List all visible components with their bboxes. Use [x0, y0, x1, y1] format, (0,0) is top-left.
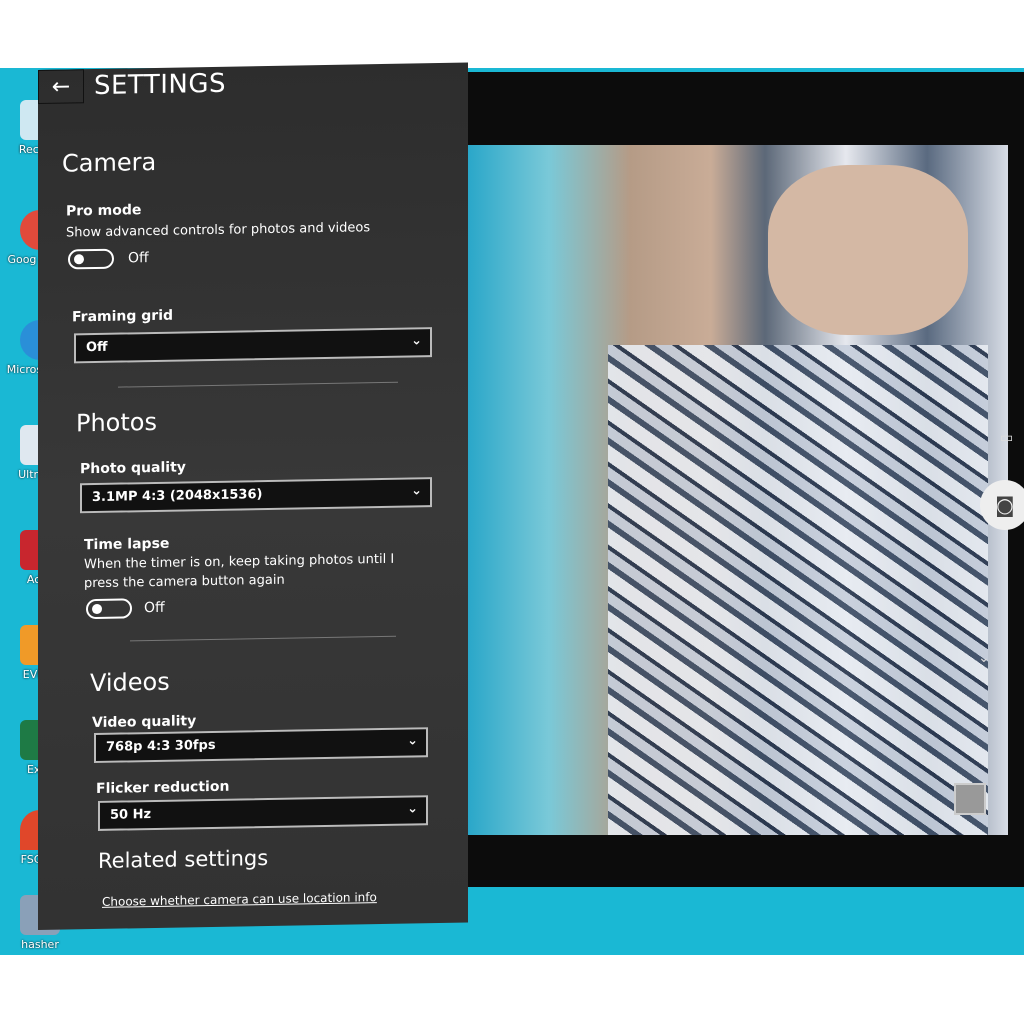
chevron-down-icon: ⌄ [407, 733, 418, 749]
time-lapse-toggle[interactable] [86, 598, 132, 620]
video-quality-dropdown[interactable]: 768p 4:3 30fps ⌄ [94, 727, 428, 764]
preview-subject-shirt [608, 345, 988, 835]
video-mode-icon[interactable]: ▭ [1000, 430, 1013, 446]
time-lapse-label: Time lapse [84, 535, 170, 554]
pro-mode-state: Off [128, 250, 149, 267]
flicker-reduction-value: 50 Hz [110, 807, 152, 823]
chevron-down-icon[interactable]: ⌄ [978, 650, 990, 666]
photo-quality-value: 3.1MP 4:3 (2048x1536) [92, 487, 263, 506]
section-videos: Videos [90, 667, 170, 698]
pro-mode-label: Pro mode [66, 202, 142, 220]
pro-mode-desc: Show advanced controls for photos and vi… [66, 220, 371, 241]
monitor-bezel [0, 955, 1024, 1024]
chevron-down-icon: ⌄ [411, 483, 422, 499]
divider [118, 381, 398, 388]
section-photos: Photos [76, 407, 157, 438]
framing-grid-value: Off [86, 339, 108, 356]
framing-grid-dropdown[interactable]: Off ⌄ [74, 327, 432, 364]
preview-subject-face [768, 165, 968, 335]
video-quality-value: 768p 4:3 30fps [106, 737, 216, 755]
gallery-thumbnail[interactable] [954, 783, 986, 815]
photo-quality-label: Photo quality [80, 459, 186, 478]
pro-mode-toggle[interactable] [68, 248, 114, 270]
arrow-left-icon: ← [51, 73, 71, 100]
framing-grid-label: Framing grid [72, 307, 174, 326]
time-lapse-desc: When the timer is on, keep taking photos… [84, 551, 395, 592]
camera-icon: ◙ [995, 493, 1015, 517]
chevron-down-icon: ⌄ [407, 801, 418, 817]
video-quality-label: Video quality [92, 713, 197, 732]
divider [130, 635, 396, 642]
section-related-settings: Related settings [98, 845, 269, 873]
camera-preview [468, 145, 1008, 835]
flicker-reduction-dropdown[interactable]: 50 Hz ⌄ [98, 795, 428, 831]
flicker-reduction-label: Flicker reduction [96, 778, 230, 797]
settings-panel: ← SETTINGS Camera Pro mode Show advanced… [38, 62, 468, 930]
camera-shutter-button[interactable]: ◙ [980, 480, 1024, 530]
page-title: SETTINGS [94, 68, 227, 102]
back-button[interactable]: ← [38, 69, 84, 104]
icon-label: hasher [21, 938, 59, 951]
chevron-down-icon: ⌄ [411, 333, 422, 349]
section-camera: Camera [62, 147, 157, 178]
location-info-link[interactable]: Choose whether camera can use location i… [102, 890, 377, 909]
time-lapse-state: Off [144, 599, 165, 617]
camera-controls: ▭ ◙ ⌄ [954, 400, 1024, 840]
photo-quality-dropdown[interactable]: 3.1MP 4:3 (2048x1536) ⌄ [80, 477, 432, 514]
